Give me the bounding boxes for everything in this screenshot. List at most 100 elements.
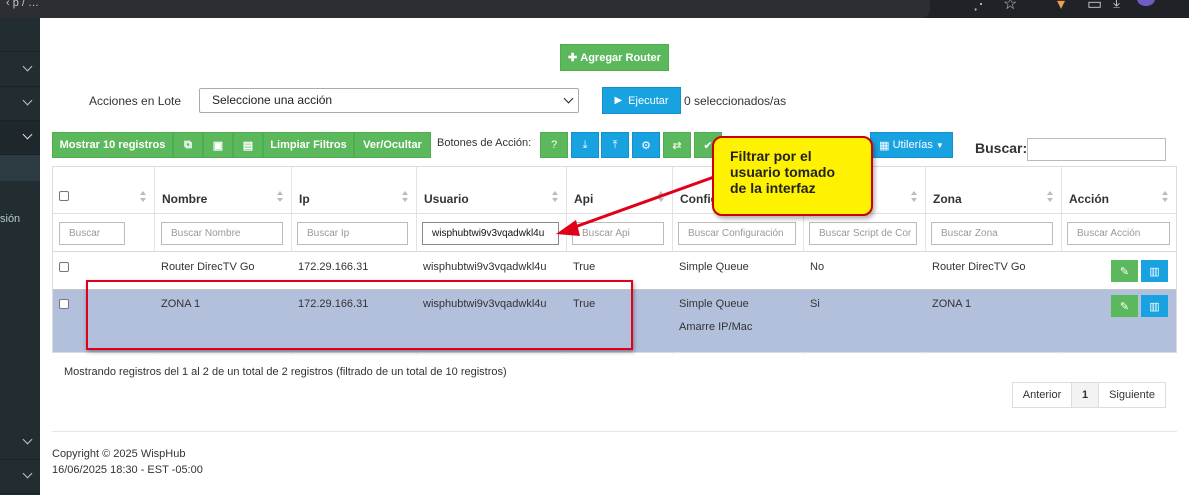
- execute-button[interactable]: ▶ Ejecutar: [602, 87, 681, 114]
- records-info: Mostrando registros del 1 al 2 de un tot…: [64, 366, 507, 378]
- cell-config: Simple Queue: [679, 298, 749, 310]
- sidebar-item-active[interactable]: [0, 121, 40, 155]
- action-buttons-label: Botones de Acción:: [437, 137, 532, 149]
- callout-line: de la interfaz: [730, 180, 816, 196]
- cell-script: Si: [810, 298, 820, 310]
- sort-icon[interactable]: [402, 191, 408, 203]
- batch-action-select[interactable]: Seleccione una acción: [199, 88, 579, 113]
- cell-ip: 172.29.166.31: [298, 261, 369, 273]
- copy-icon[interactable]: ⧉: [173, 132, 203, 158]
- chevron-down-icon: [22, 61, 33, 72]
- sidebar-item[interactable]: [0, 460, 40, 494]
- play-icon: ▶: [614, 95, 623, 106]
- row-checkbox[interactable]: [59, 262, 69, 272]
- clear-filters-button[interactable]: Limpiar Filtros: [263, 132, 354, 158]
- cell-config: Simple Queue: [679, 261, 749, 273]
- sort-icon[interactable]: [277, 191, 283, 203]
- filter-nombre-input[interactable]: Buscar Nombre: [161, 222, 283, 245]
- select-all-checkbox[interactable]: [59, 191, 69, 201]
- sidebar: sión: [0, 18, 40, 495]
- help-icon[interactable]: ?: [540, 132, 568, 158]
- selected-count: 0 seleccionados/as: [684, 94, 787, 108]
- chevron-down-icon: [22, 468, 33, 479]
- search-label: Buscar:: [975, 140, 1028, 156]
- download-icon[interactable]: ⤓: [1113, 0, 1120, 12]
- cell-config-2: Amarre IP/Mac: [679, 321, 753, 333]
- cell-zona: Router DirecTV Go: [932, 261, 1026, 273]
- sidebar-item[interactable]: [0, 53, 40, 87]
- sidebar-item[interactable]: [0, 87, 40, 121]
- callout-note: Filtrar por el usuario tomado de la inte…: [712, 136, 873, 216]
- upload-icon[interactable]: ⤒: [601, 132, 629, 158]
- chevron-down-icon: [563, 93, 574, 104]
- page: ‹ p / … ⋰ ☆ ▾ ▭ ⤓ sión ✚ Agregar Router …: [0, 0, 1189, 495]
- star-icon[interactable]: ☆: [1003, 0, 1017, 14]
- sort-icon[interactable]: [911, 191, 917, 203]
- header-api[interactable]: Api: [566, 167, 672, 213]
- filter-usuario-input[interactable]: wisphubtwi9v3vqadwkl4u: [422, 222, 559, 245]
- sort-icon[interactable]: [552, 191, 558, 203]
- footer-divider: [52, 431, 1177, 432]
- filter-api-input[interactable]: Buscar Api: [572, 222, 664, 245]
- filter-accion-input[interactable]: Buscar Acción: [1067, 222, 1170, 245]
- row-checkbox[interactable]: [59, 299, 69, 309]
- download-icon[interactable]: ⤓: [571, 132, 599, 158]
- sidebar-item[interactable]: [0, 18, 40, 52]
- pagination-prev[interactable]: Anterior: [1012, 382, 1072, 408]
- show-records-button[interactable]: Mostrar 10 registros: [52, 132, 173, 158]
- chevron-down-icon: [22, 434, 33, 445]
- utilities-button[interactable]: ▦ Utilerías ▼: [870, 132, 953, 158]
- bar-chart-icon[interactable]: ▥: [1141, 260, 1168, 282]
- search-input[interactable]: [1027, 138, 1166, 161]
- filter-row: Buscar Buscar Nombre Buscar Ip wisphubtw…: [53, 213, 1176, 251]
- document-icon[interactable]: ▤: [233, 132, 263, 158]
- cell-zona: ZONA 1: [932, 298, 972, 310]
- gears-icon[interactable]: ⚙: [632, 132, 660, 158]
- add-router-button[interactable]: ✚ Agregar Router: [560, 44, 669, 71]
- cell-api: True: [573, 261, 596, 273]
- cell-usuario: wisphubtwi9v3vqadwkl4u: [423, 261, 547, 273]
- filter-input[interactable]: Buscar: [59, 222, 125, 245]
- pagination-next[interactable]: Siguiente: [1098, 382, 1166, 408]
- filter-zona-input[interactable]: Buscar Zona: [931, 222, 1053, 245]
- footer-datetime: 16/06/2025 18:30 - EST -05:00: [52, 464, 203, 476]
- footer-copyright: Copyright © 2025 WispHub: [52, 448, 186, 460]
- header-nombre[interactable]: Nombre: [154, 167, 291, 213]
- callout-line: Filtrar por el: [730, 148, 812, 164]
- address-bar[interactable]: ‹ p / …: [0, 0, 930, 18]
- header-select-all[interactable]: [53, 167, 154, 213]
- header-usuario[interactable]: Usuario: [416, 167, 566, 213]
- extension-icon[interactable]: ▾: [1057, 0, 1065, 14]
- sort-icon[interactable]: [140, 191, 146, 203]
- avatar[interactable]: [1137, 0, 1155, 6]
- header-accion[interactable]: Acción: [1061, 167, 1176, 213]
- filter-config-input[interactable]: Buscar Configuración: [678, 222, 796, 245]
- briefcase-icon: ▦: [879, 139, 890, 152]
- main-content: ✚ Agregar Router Acciones en Lote Selecc…: [40, 18, 1189, 495]
- browser-bar: ‹ p / … ⋰ ☆ ▾ ▭ ⤓: [0, 0, 1189, 18]
- filter-ip-input[interactable]: Buscar Ip: [297, 222, 408, 245]
- sidebar-item[interactable]: [0, 426, 40, 460]
- pagination-page[interactable]: 1: [1071, 382, 1099, 408]
- sort-icon[interactable]: [658, 191, 664, 203]
- sort-icon[interactable]: [1047, 191, 1053, 203]
- header-ip[interactable]: Ip: [291, 167, 416, 213]
- chevron-down-icon: [22, 95, 33, 106]
- edit-icon[interactable]: ✎: [1111, 260, 1138, 282]
- edit-icon[interactable]: ✎: [1111, 295, 1138, 317]
- exchange-icon[interactable]: ⇄: [663, 132, 691, 158]
- batch-label: Acciones en Lote: [89, 94, 182, 108]
- show-hide-button[interactable]: Ver/Ocultar: [354, 132, 431, 158]
- header-zona[interactable]: Zona: [925, 167, 1061, 213]
- filter-script-input[interactable]: Buscar Script de Cor: [809, 222, 917, 245]
- sort-icon[interactable]: [1162, 191, 1168, 203]
- sidebar-subitem[interactable]: [0, 155, 40, 181]
- share-icon[interactable]: ⋰: [973, 0, 989, 14]
- caret-down-icon: ▼: [935, 140, 944, 150]
- plus-icon: ✚: [568, 52, 578, 64]
- tab-icon[interactable]: ▭: [1087, 0, 1102, 14]
- sidebar-partial-text: sión: [0, 213, 21, 225]
- excel-icon[interactable]: ▣: [203, 132, 233, 158]
- bar-chart-icon[interactable]: ▥: [1141, 295, 1168, 317]
- chevron-down-icon: [22, 129, 33, 140]
